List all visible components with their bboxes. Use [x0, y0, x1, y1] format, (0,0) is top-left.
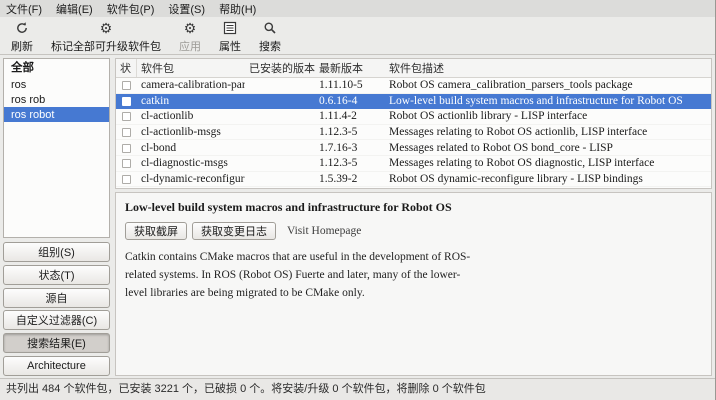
- package-description: Low-level build system macros and infras…: [385, 95, 711, 107]
- details-title: Low-level build system macros and infras…: [125, 200, 702, 215]
- properties-label: 属性: [219, 38, 241, 54]
- details-pane: Low-level build system macros and infras…: [115, 192, 712, 376]
- sidebar-filter-mode-button[interactable]: 状态(T): [3, 265, 110, 285]
- details-actions: 获取截屏 获取变更日志 Visit Homepage: [125, 222, 702, 240]
- refresh-label: 刷新: [11, 38, 33, 54]
- content-area: 状 软件包 已安装的版本 最新版本 软件包描述 camera-calibrati…: [113, 56, 715, 378]
- package-name: cl-bond: [137, 142, 245, 154]
- package-list: camera-calibration-parsers-tools 1.11.10…: [116, 78, 711, 187]
- checkbox-icon[interactable]: [122, 97, 131, 106]
- package-description: Messages relating to Robot OS diagnostic…: [385, 157, 711, 169]
- gear-icon: ⚙: [184, 20, 197, 36]
- package-description: Robot OS actionlib library - LISP interf…: [385, 110, 711, 122]
- search-icon: [263, 20, 277, 36]
- package-status-cell[interactable]: [116, 157, 137, 169]
- details-description: Catkin contains CMake macros that are us…: [125, 249, 481, 302]
- table-row[interactable]: cl-actionlib 1.11.4-2 Robot OS actionlib…: [116, 109, 711, 125]
- latest-version: 1.7.16-3: [315, 142, 385, 154]
- package-name: catkin: [137, 95, 245, 107]
- package-name: cl-diagnostic-msgs: [137, 157, 245, 169]
- properties-button[interactable]: 属性: [212, 19, 248, 55]
- sidebar-filter-mode-button[interactable]: 源自: [3, 288, 110, 308]
- menu-edit[interactable]: 编辑(E): [56, 1, 93, 17]
- mark-all-upgrades-button[interactable]: ⚙ 标记全部可升级软件包: [44, 19, 168, 55]
- checkbox-icon[interactable]: [122, 144, 131, 153]
- menubar: 文件(F) 编辑(E) 软件包(P) 设置(S) 帮助(H): [0, 0, 715, 17]
- sidebar-filter-mode-button[interactable]: 组别(S): [3, 242, 110, 262]
- table-row[interactable]: catkin 0.6.16-4 Low-level build system m…: [116, 94, 711, 110]
- filter-list-item[interactable]: ros robot: [4, 107, 109, 122]
- visit-homepage-link[interactable]: Visit Homepage: [287, 225, 361, 237]
- header-status[interactable]: 状: [116, 59, 137, 77]
- latest-version: 1.12.3-5: [315, 157, 385, 169]
- apply-label: 应用: [179, 38, 201, 54]
- latest-version: 1.11.4-2: [315, 110, 385, 122]
- filter-list-item[interactable]: 全部: [4, 59, 109, 77]
- menu-package[interactable]: 软件包(P): [107, 1, 155, 17]
- table-row[interactable]: cl-dynamic-reconfigure 1.5.39-2 Robot OS…: [116, 172, 711, 188]
- table-row[interactable]: cl-diagnostic-msgs 1.12.3-5 Messages rel…: [116, 156, 711, 172]
- main-area: 全部 ros ros rob ros robot 组别(S) 状态(T) 源自 …: [0, 56, 715, 378]
- package-status-cell[interactable]: [116, 110, 137, 122]
- latest-version: 1.5.39-2: [315, 173, 385, 185]
- header-description[interactable]: 软件包描述: [385, 60, 711, 76]
- menu-settings[interactable]: 设置(S): [168, 1, 205, 17]
- checkbox-icon[interactable]: [122, 81, 131, 90]
- sidebar-filter-mode-button[interactable]: 自定义过滤器(C): [3, 310, 110, 330]
- checkbox-icon[interactable]: [122, 175, 131, 184]
- package-status-cell[interactable]: [116, 95, 137, 107]
- table-header: 状 软件包 已安装的版本 最新版本 软件包描述: [116, 59, 711, 78]
- sidebar: 全部 ros ros rob ros robot 组别(S) 状态(T) 源自 …: [0, 56, 113, 378]
- filter-list-item[interactable]: ros: [4, 77, 109, 92]
- table-row[interactable]: cl-bond 1.7.16-3 Messages related to Rob…: [116, 140, 711, 156]
- mark-all-upgrades-label: 标记全部可升级软件包: [51, 38, 161, 54]
- latest-version: 1.11.10-5: [315, 79, 385, 91]
- package-description: Messages relating to Robot OS actionlib,…: [385, 126, 711, 138]
- search-label: 搜索: [259, 38, 281, 54]
- header-latest-version[interactable]: 最新版本: [315, 60, 385, 76]
- package-description: Messages related to Robot OS bond_core -…: [385, 142, 711, 154]
- menu-file[interactable]: 文件(F): [6, 1, 42, 17]
- sidebar-filter-mode-button[interactable]: Architecture: [3, 356, 110, 376]
- menu-help[interactable]: 帮助(H): [219, 1, 256, 17]
- package-description: Robot OS dynamic-reconfigure library - L…: [385, 173, 711, 185]
- package-name: cl-dynamic-reconfigure: [137, 173, 245, 185]
- checkbox-icon[interactable]: [122, 159, 131, 168]
- checkbox-icon[interactable]: [122, 128, 131, 137]
- header-installed-version[interactable]: 已安装的版本: [245, 60, 315, 76]
- status-text: 共列出 484 个软件包，已安装 3221 个，已破损 0 个。将安装/升级 0…: [6, 383, 486, 395]
- package-status-cell[interactable]: [116, 79, 137, 91]
- refresh-icon: [15, 20, 29, 36]
- properties-icon: [223, 20, 237, 36]
- checkbox-icon[interactable]: [122, 112, 131, 121]
- latest-version: 1.12.3-5: [315, 126, 385, 138]
- apply-button: ⚙ 应用: [172, 19, 208, 55]
- filter-list[interactable]: 全部 ros ros rob ros robot: [3, 58, 110, 238]
- package-table: 状 软件包 已安装的版本 最新版本 软件包描述 camera-calibrati…: [115, 58, 712, 189]
- gear-icon: ⚙: [100, 20, 113, 36]
- package-status-cell[interactable]: [116, 142, 137, 154]
- sidebar-filter-mode-button[interactable]: 搜索结果(E): [3, 333, 110, 353]
- table-row[interactable]: camera-calibration-parsers-tools 1.11.10…: [116, 78, 711, 94]
- package-status-cell[interactable]: [116, 173, 137, 185]
- search-button[interactable]: 搜索: [252, 19, 288, 55]
- sidebar-buttons: 组别(S) 状态(T) 源自 自定义过滤器(C) 搜索结果(E) Archite…: [3, 242, 110, 376]
- table-row[interactable]: cl-actionlib-msgs 1.12.3-5 Messages rela…: [116, 125, 711, 141]
- package-status-cell[interactable]: [116, 126, 137, 138]
- package-description: Robot OS camera_calibration_parsers_tool…: [385, 79, 711, 91]
- get-changelog-button[interactable]: 获取变更日志: [192, 222, 276, 240]
- get-screenshot-button[interactable]: 获取截屏: [125, 222, 187, 240]
- status-bar: 共列出 484 个软件包，已安装 3221 个，已破损 0 个。将安装/升级 0…: [0, 378, 715, 400]
- header-package[interactable]: 软件包: [137, 60, 245, 76]
- toolbar: 刷新 ⚙ 标记全部可升级软件包 ⚙ 应用 属性 搜索: [0, 17, 715, 55]
- package-name: cl-actionlib: [137, 110, 245, 122]
- latest-version: 0.6.16-4: [315, 95, 385, 107]
- package-name: cl-actionlib-msgs: [137, 126, 245, 138]
- filter-list-item[interactable]: ros rob: [4, 92, 109, 107]
- package-name: camera-calibration-parsers-tools: [137, 79, 245, 91]
- refresh-button[interactable]: 刷新: [4, 19, 40, 55]
